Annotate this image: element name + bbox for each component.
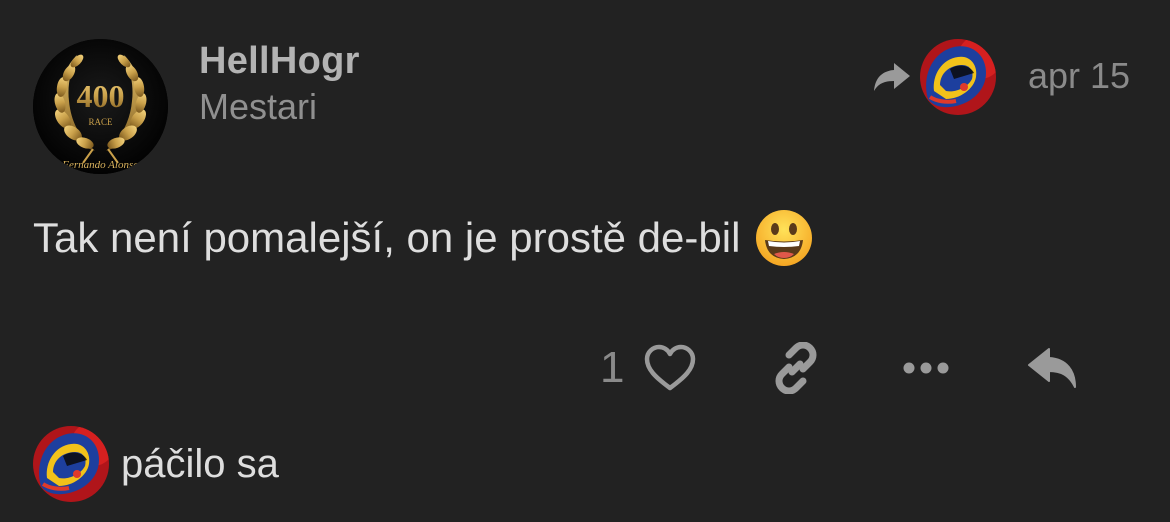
grinning-face-emoji-icon [756,210,813,266]
reply-button[interactable] [1026,338,1082,398]
more-actions-button[interactable] [898,338,954,398]
author-avatar[interactable]: 400 RACE Fernando Alonso [33,39,168,174]
badge-caption: RACE [88,117,113,127]
badge-number: 400 [77,78,125,114]
liked-by-label: páčilo sa [121,441,279,486]
heart-icon [645,344,696,391]
helmet-avatar-icon [920,39,996,115]
link-icon [776,342,817,394]
post-text: Tak není pomalejší, on je prostě de-bil [33,214,741,261]
reply-icon [1028,348,1077,388]
author-username[interactable]: HellHogr [199,40,360,83]
like-button[interactable] [642,338,698,398]
reply-to-indicator[interactable] [870,38,996,116]
copy-link-button[interactable] [768,338,824,398]
post-body: Tak není pomalejší, on je prostě de-bil [33,208,814,268]
post-actions: 1 [600,338,1082,398]
more-icon [903,362,949,374]
liked-by: páčilo sa [33,426,279,502]
author-title: Mestari [199,86,318,127]
share-arrow-icon [874,63,910,91]
helmet-avatar-icon [33,426,109,502]
laurel-badge-avatar-icon: 400 RACE Fernando Alonso [33,39,168,174]
post-date[interactable]: apr 15 [1028,55,1130,97]
reply-to-avatar[interactable] [920,39,996,115]
liker-avatar[interactable] [33,426,109,502]
like-count[interactable]: 1 [600,343,624,393]
badge-signature: Fernando Alonso [61,159,139,171]
